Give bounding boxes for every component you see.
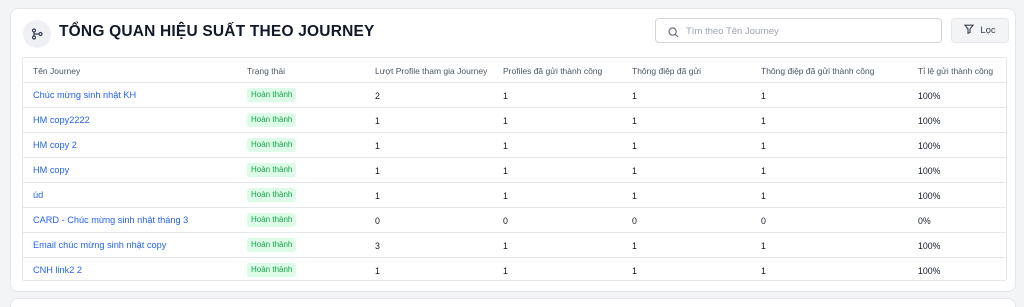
search-input[interactable] <box>686 22 936 40</box>
messages-success-value: 1 <box>761 191 766 201</box>
messages-sent-value: 1 <box>632 141 637 151</box>
column-header-success-rate[interactable]: Tỉ lệ gửi thành công <box>918 66 993 76</box>
success-rate-value: 100% <box>918 191 941 201</box>
search-box[interactable] <box>655 18 942 43</box>
status-badge: Hoàn thành <box>247 188 297 202</box>
table-row: Email chúc mừng sinh nhật copy Hoàn thàn… <box>23 233 1006 258</box>
table-row: HM copy Hoàn thành 1 1 1 1 100% <box>23 158 1006 183</box>
success-rate-value: 0% <box>918 216 931 226</box>
table-row: CARD - Chúc mừng sinh nhật tháng 3 Hoàn … <box>23 208 1006 233</box>
filter-button[interactable]: Lọc <box>951 18 1009 43</box>
journey-name-link[interactable]: HM copy <box>33 165 69 175</box>
status-badge: Hoàn thành <box>247 263 297 277</box>
profiles-sent-value: 1 <box>503 166 508 176</box>
card-header: TỔNG QUAN HIỆU SUẤT THEO JOURNEY Lọc <box>11 9 1015 57</box>
status-badge: Hoàn thành <box>247 113 297 127</box>
success-rate-value: 100% <box>918 116 941 126</box>
table-row: HM copy 2 Hoàn thành 1 1 1 1 100% <box>23 133 1006 158</box>
messages-success-value: 1 <box>761 166 766 176</box>
success-rate-value: 100% <box>918 241 941 251</box>
status-badge: Hoàn thành <box>247 213 297 227</box>
messages-success-value: 1 <box>761 266 766 276</box>
messages-sent-value: 1 <box>632 91 637 101</box>
success-rate-value: 100% <box>918 166 941 176</box>
messages-sent-value: 1 <box>632 241 637 251</box>
column-header-messages-success[interactable]: Thông điệp đã gửi thành công <box>761 66 874 76</box>
messages-sent-value: 1 <box>632 266 637 276</box>
status-badge: Hoàn thành <box>247 238 297 252</box>
success-rate-value: 100% <box>918 266 941 276</box>
messages-sent-value: 0 <box>632 216 637 226</box>
journey-name-link[interactable]: CARD - Chúc mừng sinh nhật tháng 3 <box>33 215 188 225</box>
journey-performance-card: TỔNG QUAN HIỆU SUẤT THEO JOURNEY Lọc Tên… <box>10 8 1016 292</box>
messages-sent-value: 1 <box>632 116 637 126</box>
column-header-profiles-sent[interactable]: Profiles đã gửi thành công <box>503 66 602 76</box>
messages-success-value: 0 <box>761 216 766 226</box>
participants-value: 0 <box>375 216 380 226</box>
participants-value: 1 <box>375 141 380 151</box>
journey-table: Tên Journey Trạng thái Lượt Profile tham… <box>22 57 1007 281</box>
journey-name-link[interactable]: Chúc mừng sinh nhật KH <box>33 90 136 100</box>
messages-sent-value: 1 <box>632 166 637 176</box>
profiles-sent-value: 0 <box>503 216 508 226</box>
table-row: CNH link2 2 Hoàn thành 1 1 1 1 100% <box>23 258 1006 283</box>
page-title: TỔNG QUAN HIỆU SUẤT THEO JOURNEY <box>59 23 375 40</box>
filter-label: Lọc <box>980 25 996 36</box>
profiles-sent-value: 1 <box>503 141 508 151</box>
profiles-sent-value: 1 <box>503 241 508 251</box>
participants-value: 3 <box>375 241 380 251</box>
journey-name-link[interactable]: HM copy 2 <box>33 140 77 150</box>
journey-name-link[interactable]: Email chúc mừng sinh nhật copy <box>33 240 166 250</box>
success-rate-value: 100% <box>918 141 941 151</box>
table-row: HM copy2222 Hoàn thành 1 1 1 1 100% <box>23 108 1006 133</box>
messages-success-value: 1 <box>761 141 766 151</box>
success-rate-value: 100% <box>918 91 941 101</box>
participants-value: 1 <box>375 266 380 276</box>
column-header-journey-name[interactable]: Tên Journey <box>33 66 80 76</box>
search-icon <box>668 25 679 43</box>
participants-value: 1 <box>375 116 380 126</box>
filter-icon <box>964 24 975 37</box>
messages-success-value: 1 <box>761 116 766 126</box>
profiles-sent-value: 1 <box>503 266 508 276</box>
table-row: Chúc mừng sinh nhật KH Hoàn thành 2 1 1 … <box>23 83 1006 108</box>
participants-value: 2 <box>375 91 380 101</box>
messages-success-value: 1 <box>761 91 766 101</box>
next-section-card <box>10 298 1016 307</box>
journey-name-link[interactable]: úd <box>33 190 43 200</box>
column-header-messages-sent[interactable]: Thông điệp đã gửi <box>632 66 701 76</box>
table-row: úd Hoàn thành 1 1 1 1 100% <box>23 183 1006 208</box>
status-badge: Hoàn thành <box>247 138 297 152</box>
participants-value: 1 <box>375 191 380 201</box>
profiles-sent-value: 1 <box>503 191 508 201</box>
messages-success-value: 1 <box>761 241 766 251</box>
profiles-sent-value: 1 <box>503 91 508 101</box>
participants-value: 1 <box>375 166 380 176</box>
journey-name-link[interactable]: CNH link2 2 <box>33 265 82 275</box>
journey-branch-icon <box>23 20 51 48</box>
status-badge: Hoàn thành <box>247 88 297 102</box>
journey-name-link[interactable]: HM copy2222 <box>33 115 90 125</box>
column-header-status[interactable]: Trạng thái <box>247 66 285 76</box>
profiles-sent-value: 1 <box>503 116 508 126</box>
table-header: Tên Journey Trạng thái Lượt Profile tham… <box>23 58 1006 83</box>
messages-sent-value: 1 <box>632 191 637 201</box>
column-header-participants[interactable]: Lượt Profile tham gia Journey <box>375 66 497 76</box>
status-badge: Hoàn thành <box>247 163 297 177</box>
